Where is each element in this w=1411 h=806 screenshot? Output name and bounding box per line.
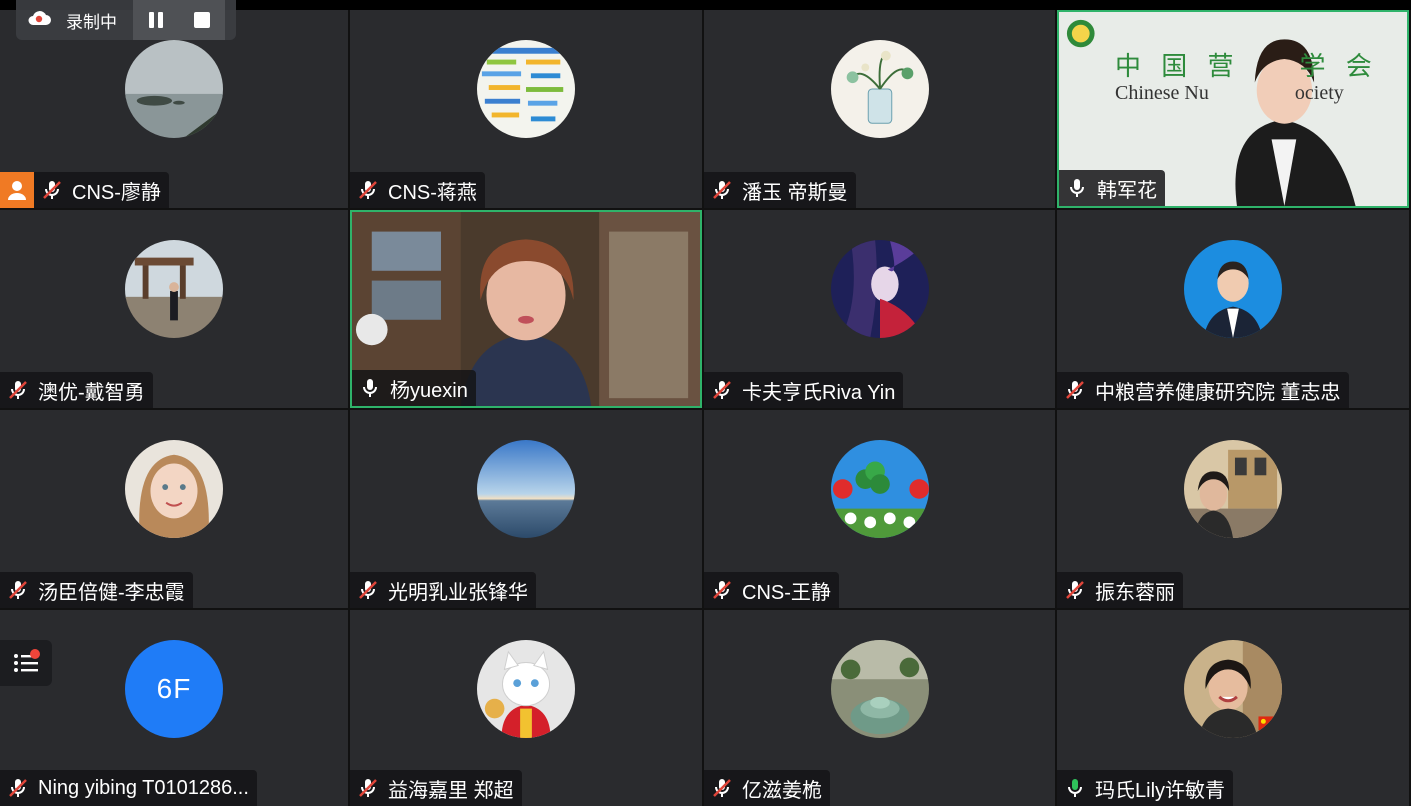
gallery-grid: CNS-廖静 CNS-蒋燕 潘玉 帝斯曼 中 国 营学 会 Chinese Nu… xyxy=(0,10,1411,806)
mic-muted-icon xyxy=(1066,581,1084,599)
pause-recording-button[interactable] xyxy=(133,0,179,40)
participant-name: 韩军花 xyxy=(1097,179,1157,202)
name-tag: CNS-廖静 xyxy=(0,172,169,208)
participant-name: 杨yuexin xyxy=(390,379,468,402)
recording-bar: 录制中 xyxy=(16,0,236,40)
participant-tile[interactable]: 潘玉 帝斯曼 xyxy=(704,10,1055,208)
mic-muted-icon xyxy=(713,581,731,599)
participant-tile[interactable]: 澳优-戴智勇 xyxy=(0,210,348,408)
participant-tile[interactable]: 中粮营养健康研究院 董志忠 xyxy=(1057,210,1409,408)
host-icon xyxy=(0,172,34,208)
participant-tile[interactable]: 汤臣倍健-李忠霞 xyxy=(0,410,348,608)
cloud-record-icon xyxy=(26,9,52,32)
participant-tile[interactable]: CNS-王静 xyxy=(704,410,1055,608)
participant-name: 澳优-戴智勇 xyxy=(38,381,145,404)
participant-tile[interactable]: 亿滋姜桅 xyxy=(704,610,1055,806)
participant-name: 益海嘉里 郑超 xyxy=(388,779,514,802)
name-tag: 玛氏Lily许敏青 xyxy=(1057,770,1234,806)
name-tag: 振东蓉丽 xyxy=(1057,572,1183,608)
participant-name: 振东蓉丽 xyxy=(1095,581,1175,604)
avatar xyxy=(125,40,223,138)
mic-muted-icon xyxy=(1066,381,1084,399)
participant-tile[interactable]: 益海嘉里 郑超 xyxy=(350,610,702,806)
mic-speaking-icon xyxy=(1068,779,1082,797)
pause-icon xyxy=(149,12,163,28)
name-tag: 益海嘉里 郑超 xyxy=(350,770,522,806)
mic-muted-icon xyxy=(713,381,731,399)
recording-label: 录制中 xyxy=(66,12,117,32)
participant-name: 汤臣倍健-李忠霞 xyxy=(38,581,185,604)
stop-icon xyxy=(194,12,210,28)
avatar xyxy=(1184,640,1282,738)
mic-muted-icon xyxy=(359,779,377,797)
participant-name: 中粮营养健康研究院 董志忠 xyxy=(1095,381,1341,404)
avatar xyxy=(477,40,575,138)
participant-name: CNS-蒋燕 xyxy=(388,181,477,204)
avatar xyxy=(477,440,575,538)
name-tag: 卡夫亨氏Riva Yin xyxy=(704,372,904,408)
participant-name: 潘玉 帝斯曼 xyxy=(742,181,848,204)
mic-on-icon xyxy=(363,379,377,397)
mic-on-icon xyxy=(1070,179,1084,197)
mic-muted-icon xyxy=(9,581,27,599)
name-tag: CNS-蒋燕 xyxy=(350,172,485,208)
participant-name: 光明乳业张锋华 xyxy=(388,581,528,604)
name-tag: CNS-王静 xyxy=(704,572,839,608)
participant-tile[interactable]: 6F Ning yibing T0101286... xyxy=(0,610,348,806)
avatar xyxy=(125,440,223,538)
avatar xyxy=(1184,240,1282,338)
stop-recording-button[interactable] xyxy=(179,0,225,40)
participant-tile[interactable]: 玛氏Lily许敏青 xyxy=(1057,610,1409,806)
mic-muted-icon xyxy=(43,181,61,199)
participant-tile-video-active-speaker[interactable]: 杨yuexin xyxy=(350,210,702,408)
participant-name: 亿滋姜桅 xyxy=(742,779,822,802)
avatar xyxy=(830,440,929,538)
mic-muted-icon xyxy=(359,181,377,199)
backdrop-title-en: Chinese Nu ociety xyxy=(1115,82,1344,104)
mic-muted-icon xyxy=(713,779,731,797)
participant-tile[interactable]: 光明乳业张锋华 xyxy=(350,410,702,608)
avatar xyxy=(830,40,929,138)
mic-muted-icon xyxy=(359,581,377,599)
initials-avatar: 6F xyxy=(125,640,223,738)
participant-name: CNS-廖静 xyxy=(72,181,161,204)
name-tag: 汤臣倍健-李忠霞 xyxy=(0,572,193,608)
backdrop-title-cn: 中 国 营学 会 xyxy=(1115,52,1378,82)
participant-name: Ning yibing T0101286... xyxy=(38,776,249,799)
participant-tile[interactable]: 振东蓉丽 xyxy=(1057,410,1409,608)
name-tag: 亿滋姜桅 xyxy=(704,770,830,806)
avatar xyxy=(830,240,929,338)
name-tag: Ning yibing T0101286... xyxy=(0,770,257,806)
participant-tile[interactable]: 卡夫亨氏Riva Yin xyxy=(704,210,1055,408)
mic-muted-icon xyxy=(713,181,731,199)
avatar xyxy=(830,640,929,738)
name-tag: 韩军花 xyxy=(1059,170,1165,206)
avatar xyxy=(477,640,575,738)
participant-tile-video[interactable]: 中 国 营学 会 Chinese Nu ociety 韩军花 xyxy=(1057,10,1409,208)
name-tag: 澳优-戴智勇 xyxy=(0,372,153,408)
participant-list-button[interactable] xyxy=(0,640,52,686)
avatar xyxy=(125,240,223,338)
name-tag: 杨yuexin xyxy=(352,370,476,406)
avatar xyxy=(1184,440,1282,538)
name-tag: 光明乳业张锋华 xyxy=(350,572,536,608)
mic-muted-icon xyxy=(9,381,27,399)
participant-name: 卡夫亨氏Riva Yin xyxy=(742,381,896,404)
notification-dot xyxy=(30,649,40,659)
mic-muted-icon xyxy=(9,779,27,797)
name-tag: 中粮营养健康研究院 董志忠 xyxy=(1057,372,1349,408)
participant-name: 玛氏Lily许敏青 xyxy=(1095,779,1226,802)
name-tag: 潘玉 帝斯曼 xyxy=(704,172,856,208)
participant-tile[interactable]: CNS-蒋燕 xyxy=(350,10,702,208)
participant-name: CNS-王静 xyxy=(742,581,831,604)
